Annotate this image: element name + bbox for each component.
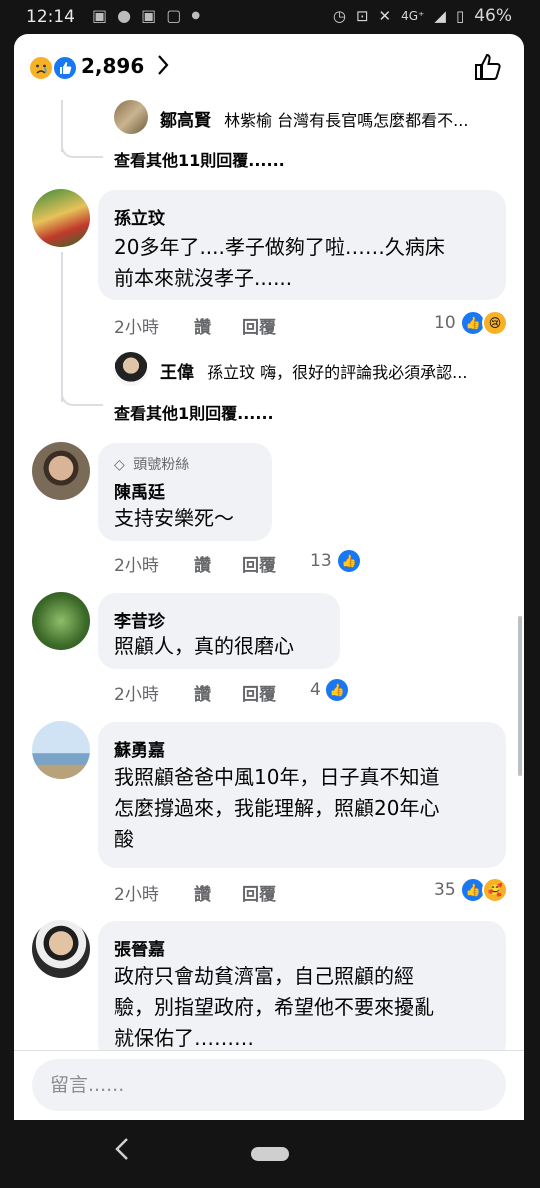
avatar[interactable] (114, 100, 148, 134)
dot-icon: ● (191, 10, 201, 21)
comment-text-line: 怎麼撐過來，我能理解，照顧20年心 (114, 796, 440, 820)
cast-icon: ⊡ (355, 7, 369, 25)
comment-text-line: 我照顧爸爸中風10年，日子真不知道 (114, 765, 440, 789)
sad-icon (28, 55, 54, 81)
sad-icon: 😢 (482, 310, 508, 336)
reaction-count[interactable]: 4 (310, 680, 321, 700)
thread-connector (61, 352, 103, 406)
comment-bubble[interactable]: 蘇勇嘉 我照顧爸爸中風10年，日子真不知道 怎麼撐過來，我能理解，照顧20年心 … (98, 722, 506, 868)
diamond-icon: ◇ (114, 457, 125, 473)
comment-text-line: 照顧人，真的很磨心 (114, 634, 294, 658)
avatar[interactable] (32, 592, 90, 650)
avatar[interactable] (32, 189, 90, 247)
like-icon (52, 55, 78, 81)
comment-actions: 2小時 讚 回覆 (114, 551, 276, 576)
notification-icons: ▣ ● ▣ ▢ ● (92, 6, 200, 25)
like-icon: 👍 (324, 677, 350, 703)
status-time: 12:14 (26, 7, 75, 27)
reply-text: 林紫榆 台灣有長官嗎怎麼都看不... (224, 111, 469, 130)
comment-input[interactable]: 留言...... (32, 1059, 506, 1111)
top-fan-label: 頭號粉絲 (133, 457, 190, 473)
like-button[interactable]: 讚 (194, 313, 242, 338)
chat-bubble-icon: ● (117, 6, 132, 25)
comment-author[interactable]: 蘇勇嘉 (114, 736, 165, 761)
reply-preview[interactable]: 鄒高賢 林紫榆 台灣有長官嗎怎麼都看不... (160, 106, 468, 131)
download-icon: ▢ (166, 6, 182, 25)
network-type-label: 4G⁺ (401, 9, 425, 23)
avatar[interactable] (32, 442, 90, 500)
comment-author[interactable]: 陳禹廷 (114, 478, 165, 503)
reply-author[interactable]: 王偉 (160, 363, 194, 383)
comment-text-line: 支持安樂死～ (114, 506, 234, 530)
comment-text-line: 酸 (114, 827, 134, 851)
comment-time: 2小時 (114, 556, 159, 576)
back-icon[interactable] (114, 1136, 130, 1169)
navigation-bar (0, 1120, 540, 1188)
mute-icon: ✕ (378, 7, 392, 25)
comment-time: 2小時 (114, 885, 159, 905)
reply-button[interactable]: 回覆 (242, 880, 276, 905)
status-bar: 12:14 ▣ ● ▣ ▢ ● ◷ ⊡ ✕ 4G⁺ ◢ ▯ 46% (0, 0, 540, 36)
reply-button[interactable]: 回覆 (242, 313, 276, 338)
comment-actions: 2小時 讚 回覆 (114, 880, 276, 905)
comment-bubble[interactable]: 張晉嘉 政府只會劫貧濟富，自己照顧的經 驗，別指望政府，希望他不要來擾亂 就保佑… (98, 921, 506, 1061)
comment-author[interactable]: 張晉嘉 (114, 935, 165, 960)
android-icon: ▣ (141, 6, 157, 25)
reaction-count[interactable]: 35 (434, 880, 456, 900)
reply-text: 孫立玟 嗨，很好的評論我必須承認... (207, 363, 468, 382)
android-icon: ▣ (92, 6, 108, 25)
reply-author[interactable]: 鄒高賢 (160, 111, 211, 131)
comment-author[interactable]: 李昔珍 (114, 607, 165, 632)
comment-text: 20多年了....孝子做夠了啦……久病床 前本來就沒孝子...... (114, 232, 445, 294)
comment-actions: 2小時 讚 回覆 (114, 680, 276, 705)
comments-sheet: 2,896 鄒高賢 林紫榆 台灣有長官嗎怎麼都看不... 查看其他11則回覆..… (14, 34, 524, 1120)
reply-button[interactable]: 回覆 (242, 551, 276, 576)
avatar[interactable] (32, 920, 90, 978)
comment-composer: 留言...... (14, 1050, 524, 1120)
reaction-count[interactable]: 2,896 (81, 54, 144, 78)
comment-bubble[interactable]: 李昔珍 照顧人，真的很磨心 (98, 593, 340, 669)
view-more-replies[interactable]: 查看其他11則回覆...... (114, 147, 285, 171)
chevron-right-icon[interactable] (156, 54, 170, 82)
like-icon: 👍 (336, 548, 362, 574)
comment-time: 2小時 (114, 685, 159, 705)
comment-text: 支持安樂死～ (114, 503, 234, 534)
home-pill-icon[interactable] (251, 1147, 289, 1161)
system-icons: ◷ ⊡ ✕ 4G⁺ ◢ ▯ 46% (333, 6, 512, 26)
comment-text-line: 前本來就沒孝子...... (114, 266, 293, 290)
comment-text: 政府只會劫貧濟富，自己照顧的經 驗，別指望政府，希望他不要來擾亂 就保佑了……… (114, 961, 434, 1054)
reaction-count[interactable]: 10 (434, 313, 456, 333)
battery-icon: ▯ (455, 7, 465, 25)
comment-time: 2小時 (114, 318, 159, 338)
alarm-icon: ◷ (332, 7, 346, 25)
like-button[interactable]: 讚 (194, 680, 242, 705)
view-more-replies[interactable]: 查看其他1則回覆...... (114, 400, 274, 424)
comment-bubble[interactable]: ◇ 頭號粉絲 陳禹廷 支持安樂死～ (98, 443, 272, 541)
reply-preview[interactable]: 王偉 孫立玟 嗨，很好的評論我必須承認... (160, 358, 467, 383)
avatar[interactable] (114, 352, 148, 386)
comment-text: 我照顧爸爸中風10年，日子真不知道 怎麼撐過來，我能理解，照顧20年心 酸 (114, 762, 439, 855)
signal-icon: ◢ (434, 7, 446, 25)
like-button[interactable]: 讚 (194, 880, 242, 905)
top-fan-badge: ◇ 頭號粉絲 (114, 454, 189, 474)
reaction-count[interactable]: 13 (310, 551, 332, 571)
reactions-header[interactable]: 2,896 (14, 34, 524, 100)
battery-percent: 46% (474, 6, 512, 26)
comment-text: 照顧人，真的很磨心 (114, 631, 294, 662)
like-button[interactable]: 讚 (194, 551, 242, 576)
avatar[interactable] (32, 721, 90, 779)
scrollbar[interactable] (518, 616, 522, 776)
comment-author[interactable]: 孫立玟 (114, 204, 165, 229)
thread-connector (61, 104, 103, 158)
thumbs-up-icon[interactable] (472, 52, 502, 86)
comment-text-line: 政府只會劫貧濟富，自己照顧的經 (114, 964, 414, 988)
reply-button[interactable]: 回覆 (242, 680, 276, 705)
comment-text-line: 20多年了....孝子做夠了啦……久病床 (114, 235, 445, 259)
comment-bubble[interactable]: 孫立玟 20多年了....孝子做夠了啦……久病床 前本來就沒孝子...... (98, 190, 506, 300)
comment-text-line: 驗，別指望政府，希望他不要來擾亂 (114, 995, 434, 1019)
care-icon: 🥰 (482, 877, 508, 903)
comment-actions: 2小時 讚 回覆 (114, 313, 276, 338)
